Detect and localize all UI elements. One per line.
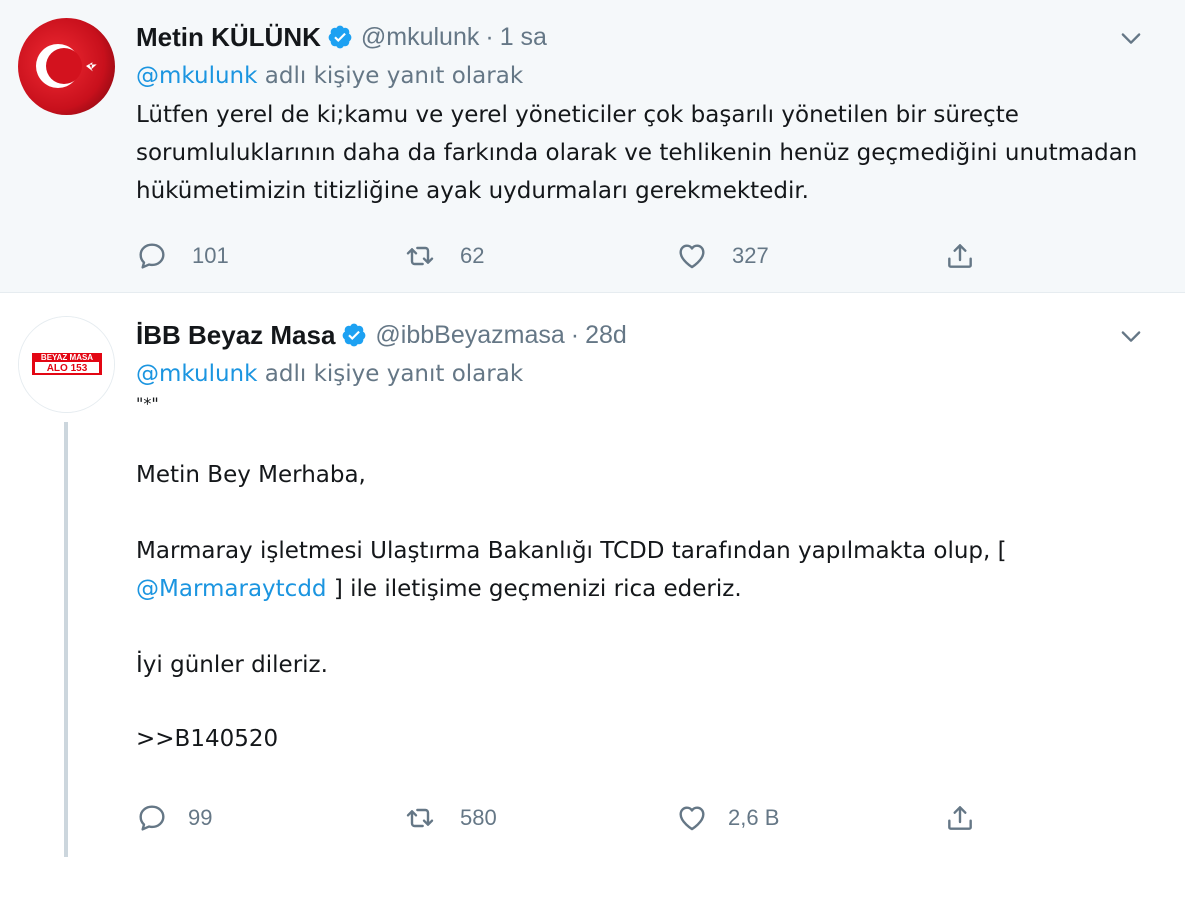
tweet-header: Metin KÜLÜNK @mkulunk · 1 sa xyxy=(136,16,1145,58)
chevron-down-icon[interactable] xyxy=(1117,322,1145,350)
retweet-icon xyxy=(406,246,434,266)
like-button[interactable]: 327 xyxy=(676,236,769,276)
chevron-down-icon[interactable] xyxy=(1117,24,1145,52)
tweet-actions: 99 580 2,6 B xyxy=(136,798,996,838)
quote-marker: "*" xyxy=(136,394,159,413)
separator-dot: · xyxy=(485,22,494,51)
reply-mention-link[interactable]: @mkulunk xyxy=(136,63,257,89)
like-count: 2,6 B xyxy=(728,805,780,830)
retweet-button[interactable]: 62 xyxy=(404,236,484,276)
retweet-icon xyxy=(406,808,434,828)
retweet-count: 62 xyxy=(460,243,485,268)
author-handle[interactable]: @mkulunk xyxy=(361,23,479,52)
like-count: 327 xyxy=(732,243,769,268)
reply-context-text: adlı kişiye yanıt olarak xyxy=(257,361,524,387)
reply-count: 99 xyxy=(188,805,213,830)
marmaray-mention-link[interactable]: @Marmaraytcdd xyxy=(136,576,327,602)
author-handle[interactable]: @ibbBeyazmasa xyxy=(375,321,564,350)
share-button[interactable] xyxy=(944,236,976,276)
avatar-ibb-beyaz-masa[interactable]: BEYAZ MASA ALO 153 xyxy=(18,316,115,413)
tweet-time[interactable]: 28d xyxy=(585,321,627,350)
reply-context: @mkulunk adlı kişiye yanıt olarak xyxy=(136,58,1145,94)
share-button[interactable] xyxy=(944,798,976,838)
greeting-text: Metin Bey Merhaba, xyxy=(136,462,366,488)
retweet-count: 580 xyxy=(460,805,497,830)
heart-icon xyxy=(679,806,705,831)
like-button[interactable]: 2,6 B xyxy=(676,798,779,838)
share-icon xyxy=(948,244,972,268)
closing-text: İyi günler dileriz. xyxy=(136,652,328,678)
separator-dot: · xyxy=(570,320,580,349)
reply-icon xyxy=(139,243,165,269)
retweet-button[interactable]: 580 xyxy=(404,798,497,838)
main-paragraph-end: ] ile iletişime geçmenizi rica ederiz. xyxy=(326,576,742,602)
author-name[interactable]: Metin KÜLÜNK xyxy=(136,22,321,53)
beyaz-masa-logo-icon: BEYAZ MASA ALO 153 xyxy=(19,317,114,412)
reply-icon xyxy=(139,805,165,831)
reply-count: 101 xyxy=(192,243,229,268)
share-icon xyxy=(948,806,972,830)
reply-context-text: adlı kişiye yanıt olarak xyxy=(257,63,524,89)
main-paragraph-text: Marmaray işletmesi Ulaştırma Bakanlığı T… xyxy=(136,538,1007,564)
tweet-ibb-beyaz-masa[interactable]: BEYAZ MASA ALO 153 İBB Beyaz Masa @ibbBe… xyxy=(0,294,1185,897)
main-paragraph: Marmaray işletmesi Ulaştırma Bakanlığı T… xyxy=(136,532,1145,608)
tweet-actions: 101 62 327 xyxy=(136,236,996,276)
verified-badge-icon xyxy=(328,25,352,49)
tweet-metin-kulunk[interactable]: Metin KÜLÜNK @mkulunk · 1 sa @mkulunk ad… xyxy=(0,0,1185,293)
reply-button[interactable]: 101 xyxy=(136,236,229,276)
verified-badge-icon xyxy=(343,323,366,347)
avatar-metin-kulunk[interactable] xyxy=(18,18,115,115)
heart-icon xyxy=(679,244,705,269)
author-name[interactable]: İBB Beyaz Masa xyxy=(136,320,335,351)
reply-button[interactable]: 99 xyxy=(136,798,212,838)
reference-code: >>B140520 xyxy=(136,726,279,752)
reply-mention-link[interactable]: @mkulunk xyxy=(136,361,257,387)
reply-context: @mkulunk adlı kişiye yanıt olarak xyxy=(136,356,1145,392)
tweet-header: İBB Beyaz Masa @ibbBeyazmasa · 28d xyxy=(136,314,1145,356)
tweet-time[interactable]: 1 sa xyxy=(500,23,547,52)
thread-line xyxy=(64,422,68,857)
turkish-flag-avatar-icon xyxy=(18,18,115,115)
tweet-text: Lütfen yerel de ki;kamu ve yerel yönetic… xyxy=(136,102,1145,204)
avatar-line1: BEYAZ MASA xyxy=(41,353,93,362)
avatar-line2: ALO 153 xyxy=(47,363,88,374)
